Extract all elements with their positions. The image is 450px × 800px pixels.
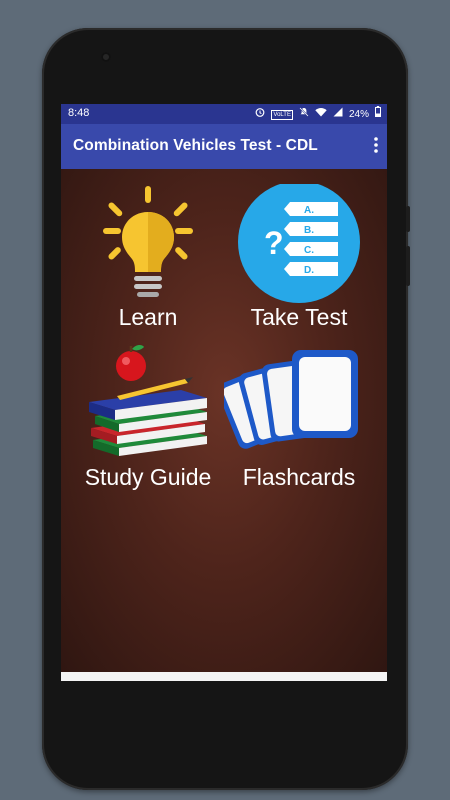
mute-icon	[299, 106, 309, 123]
status-time: 8:48	[68, 107, 90, 119]
battery-percent: 24%	[348, 108, 369, 120]
wifi-icon	[315, 107, 327, 123]
take-test-label: Take Test	[250, 304, 348, 330]
volume-button	[406, 246, 410, 286]
quiz-icon: ? A. B. C. D.	[238, 184, 360, 303]
option-c: C.	[304, 245, 314, 256]
battery-icon	[375, 106, 381, 123]
option-a: A.	[304, 205, 314, 216]
volte-badge: VoLTE	[271, 109, 293, 120]
flashcards-icon	[224, 350, 358, 449]
bottom-strip	[61, 672, 387, 681]
books-icon	[89, 344, 207, 456]
flashcards-label: Flashcards	[242, 464, 356, 490]
power-button	[406, 206, 410, 232]
status-icons: VoLTE 24%	[255, 106, 381, 123]
study-guide-tile[interactable]: Study Guide	[73, 344, 223, 504]
take-test-tile[interactable]: ? A. B. C. D. Take Test	[224, 184, 374, 344]
phone-screen: 8:48 VoLTE 24% Combination Vehicles Test…	[61, 104, 387, 681]
alarm-icon	[255, 107, 265, 123]
main-menu: Learn ? A. B. C. D. Take Test Study Guid…	[61, 169, 387, 672]
signal-icon	[333, 107, 343, 123]
app-title: Combination Vehicles Test - CDL	[73, 137, 318, 154]
flashcards-tile[interactable]: Flashcards	[224, 344, 374, 504]
learn-tile[interactable]: Learn	[73, 184, 223, 344]
learn-label: Learn	[118, 304, 178, 330]
app-bar: Combination Vehicles Test - CDL	[61, 124, 387, 169]
option-d: D.	[304, 265, 314, 276]
study-guide-label: Study Guide	[84, 464, 212, 490]
front-camera	[101, 52, 111, 62]
more-vert-icon[interactable]	[373, 136, 379, 157]
lightbulb-icon	[103, 186, 193, 297]
question-mark: ?	[264, 225, 284, 261]
status-bar: 8:48 VoLTE 24%	[61, 104, 387, 124]
option-b: B.	[304, 225, 314, 236]
